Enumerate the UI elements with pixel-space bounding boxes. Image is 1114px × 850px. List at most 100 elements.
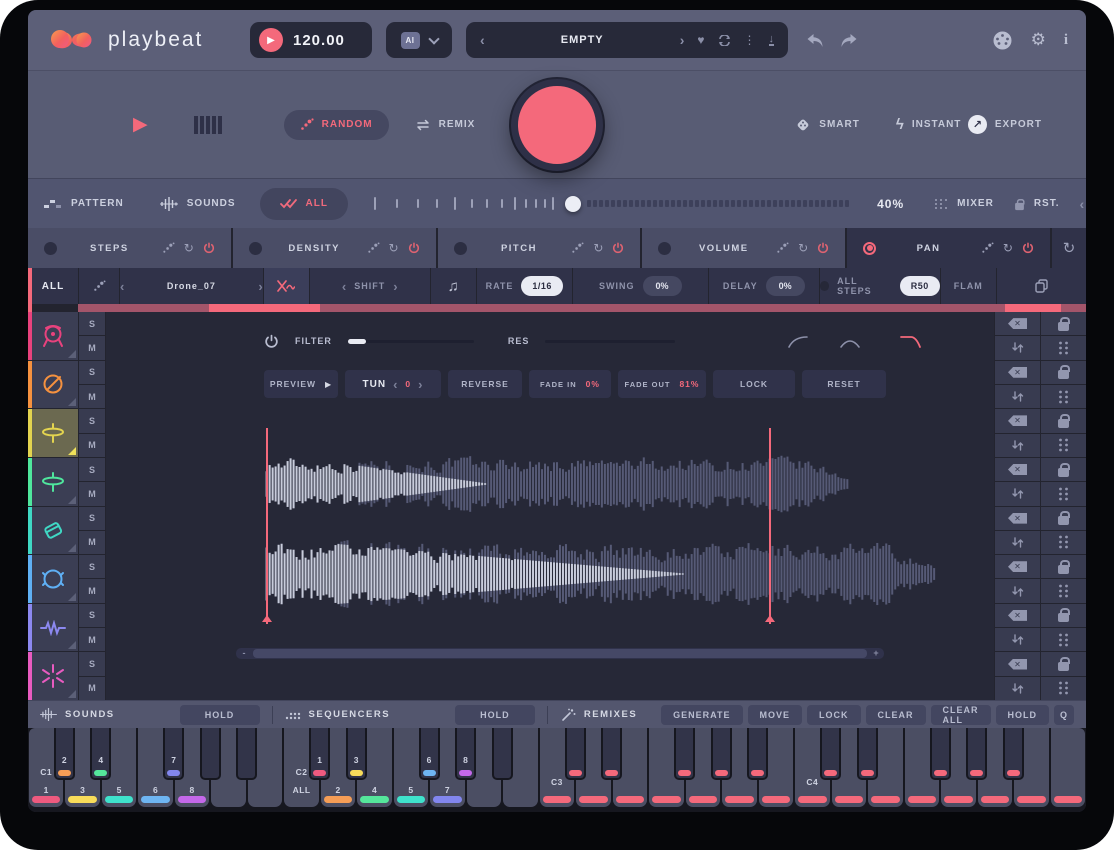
remix-generate-button[interactable]: GENERATE — [661, 705, 742, 725]
preset-prev-button[interactable]: ‹ — [480, 32, 485, 48]
clear-sample-button[interactable]: ✕ — [995, 361, 1040, 384]
swap-steps-button[interactable] — [995, 579, 1040, 602]
tab-steps[interactable]: STEPS ↻ — [28, 228, 231, 268]
randomize-icon[interactable] — [367, 242, 380, 254]
mute-button[interactable]: M — [79, 531, 105, 554]
drag-handle[interactable] — [1041, 531, 1086, 554]
reset-icon[interactable]: ↻ — [798, 241, 808, 255]
instant-button[interactable]: ϟ INSTANT — [896, 116, 962, 133]
track-tile-hihat-closed[interactable] — [28, 409, 78, 457]
start-marker-handle[interactable] — [262, 615, 272, 622]
drag-handle[interactable] — [1041, 385, 1086, 408]
play-button[interactable]: ▶ — [133, 113, 148, 136]
audition-notes-button[interactable]: ♫ — [431, 268, 476, 304]
sequencers-hold-button[interactable]: HOLD — [455, 705, 535, 725]
tune-down-button[interactable]: ‹ — [393, 377, 398, 392]
tab-radio[interactable] — [249, 242, 262, 255]
slider-knob[interactable] — [565, 196, 581, 212]
black-key[interactable] — [747, 728, 768, 780]
scrollbar-thumb[interactable] — [253, 649, 867, 658]
black-key[interactable] — [200, 728, 221, 780]
filter-power-icon[interactable] — [264, 334, 279, 349]
black-key[interactable] — [820, 728, 841, 780]
delay-value[interactable]: 0% — [766, 276, 805, 296]
black-key[interactable] — [601, 728, 622, 780]
tab-pitch[interactable]: PITCH ↻ — [438, 228, 641, 268]
sample-lock-button[interactable]: LOCK — [713, 370, 795, 398]
swap-steps-button[interactable] — [995, 385, 1040, 408]
ai-mode-dropdown[interactable]: AI — [386, 22, 452, 58]
shift-right-button[interactable]: › — [393, 279, 397, 294]
smart-button[interactable]: SMART — [795, 117, 860, 133]
res-slider[interactable] — [545, 340, 675, 343]
waveform-display[interactable] — [106, 422, 994, 634]
bpm-control[interactable]: ▶ 120.00 — [250, 22, 372, 58]
redo-icon[interactable] — [839, 33, 858, 48]
swap-steps-button[interactable] — [995, 628, 1040, 651]
reset-icon[interactable]: ↻ — [184, 241, 194, 255]
black-key[interactable]: 3 — [346, 728, 367, 780]
tempo-play-icon[interactable]: ▶ — [259, 28, 283, 52]
solo-button[interactable]: S — [79, 458, 105, 481]
rate-value[interactable]: 1/16 — [521, 276, 563, 296]
fade-in-control[interactable]: FADE IN 0% — [529, 370, 611, 398]
clear-sample-button[interactable]: ✕ — [995, 507, 1040, 530]
black-key[interactable] — [966, 728, 987, 780]
solo-button[interactable]: S — [79, 361, 105, 384]
preview-button[interactable]: PREVIEW ▶ — [264, 370, 338, 398]
tab-pattern[interactable]: PATTERN — [44, 198, 124, 209]
black-key[interactable]: 1 — [309, 728, 330, 780]
lock-track-button[interactable] — [1041, 458, 1086, 481]
solo-button[interactable]: S — [79, 555, 105, 578]
black-key[interactable]: 7 — [163, 728, 184, 780]
lock-track-button[interactable] — [1041, 555, 1086, 578]
reverse-button[interactable]: REVERSE — [448, 370, 522, 398]
swing-value[interactable]: 0% — [643, 276, 682, 296]
black-key[interactable]: 4 — [90, 728, 111, 780]
randomize-icon[interactable] — [981, 242, 994, 254]
reset-icon[interactable]: ↻ — [389, 241, 399, 255]
mute-button[interactable]: M — [79, 336, 105, 359]
flam-button[interactable]: FLAM — [941, 268, 996, 304]
tab-volume[interactable]: VOLUME ↻ — [642, 228, 845, 268]
black-key[interactable] — [565, 728, 586, 780]
drag-handle[interactable] — [1041, 336, 1086, 359]
swap-steps-button[interactable] — [995, 434, 1040, 457]
mute-button[interactable]: M — [79, 579, 105, 602]
clear-sample-button[interactable]: ✕ — [995, 409, 1040, 432]
track-all-cell[interactable]: ALL — [28, 268, 78, 304]
preset-name[interactable]: Empty — [498, 34, 667, 46]
tune-control[interactable]: TUN ‹ 0 › — [345, 370, 441, 398]
sample-reset-button[interactable]: RESET — [802, 370, 886, 398]
random-button[interactable]: RANDOM — [284, 110, 389, 140]
tune-up-button[interactable]: › — [418, 377, 423, 392]
black-key[interactable]: 2 — [54, 728, 75, 780]
copy-button[interactable] — [997, 268, 1086, 304]
tab-density[interactable]: DENSITY ↻ — [233, 228, 436, 268]
all-steps-value[interactable]: R50 — [900, 276, 940, 296]
mixer-button[interactable]: MIXER — [934, 198, 994, 210]
solo-button[interactable]: S — [79, 652, 105, 675]
sample-prev-button[interactable]: ‹ — [120, 279, 124, 294]
track-tile-kick[interactable] — [28, 312, 78, 360]
lock-track-button[interactable] — [1041, 409, 1086, 432]
tab-pan[interactable]: PAN ↻ — [847, 228, 1050, 268]
loop-prev-button[interactable]: ‹ — [1080, 196, 1085, 212]
tab-radio[interactable] — [658, 242, 671, 255]
mute-button[interactable]: M — [79, 434, 105, 457]
power-icon[interactable] — [817, 242, 829, 254]
black-key[interactable] — [930, 728, 951, 780]
reset-icon[interactable]: ↻ — [593, 241, 603, 255]
preset-menu-icon[interactable]: ⋮ — [744, 33, 756, 47]
mute-button[interactable]: M — [79, 677, 105, 700]
sounds-hold-button[interactable]: HOLD — [180, 705, 260, 725]
remix-lock-button[interactable]: LOCK — [807, 705, 861, 725]
settings-gear-icon[interactable]: ⚙ — [1031, 30, 1046, 50]
remix-hold-button[interactable]: HOLD — [996, 705, 1050, 725]
randomize-icon[interactable] — [776, 242, 789, 254]
track-tile-synth-wave[interactable] — [28, 604, 78, 652]
randomize-icon[interactable] — [162, 242, 175, 254]
remix-q-button[interactable]: Q — [1054, 705, 1074, 725]
end-marker-handle[interactable] — [765, 615, 775, 622]
fade-out-control[interactable]: FADE OUT 81% — [618, 370, 706, 398]
